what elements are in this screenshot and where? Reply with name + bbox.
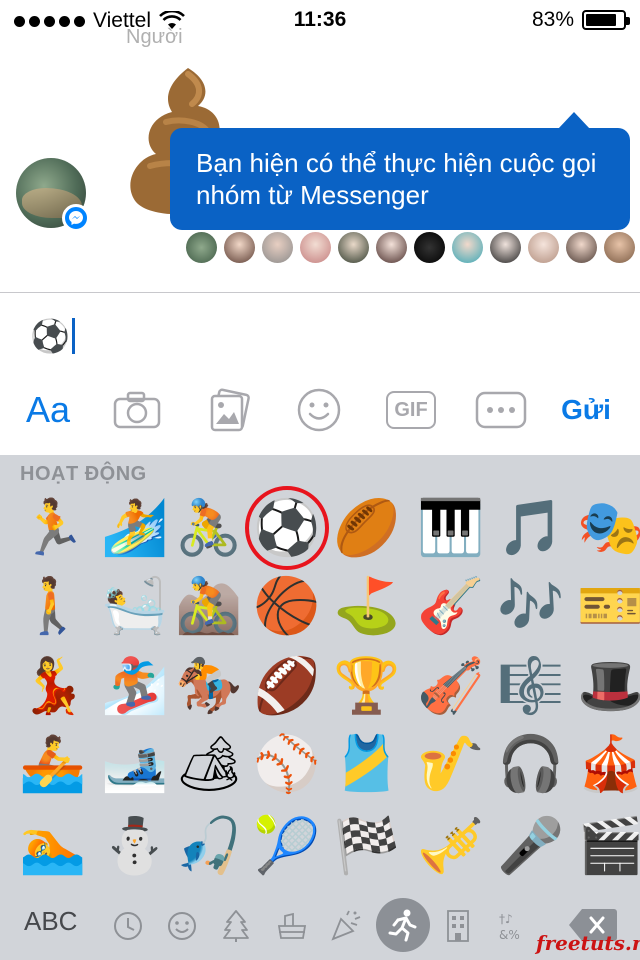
emoji-key[interactable]: ⛄ — [98, 809, 172, 883]
emoji-key[interactable]: 🎤 — [494, 809, 568, 883]
emoji-keyboard: HOẠT ĐỘNG 🏃 🏄 🚴 ⚽ 🏉 🎹 🎵 🎭 🚶 🛀 🚵 🏀 ⛳ 🎸 🎶 🎫 💃 🏂 🏇 🏈 🏆 🎻 🎼 🎩 🚣 🎿 🏕 ⚾ 🎽 🎷… — [0, 455, 640, 960]
emoji-key[interactable]: 🏇 — [172, 649, 246, 723]
send-button[interactable]: Gửi — [546, 380, 626, 440]
emoji-key[interactable]: 🏕 — [172, 727, 246, 801]
seen-avatar — [224, 232, 255, 263]
emoji-key[interactable]: 🏄 — [98, 491, 172, 565]
emoji-key[interactable]: 🏆 — [330, 649, 404, 723]
emoji-key[interactable]: 🎿 — [98, 727, 172, 801]
emoji-key[interactable]: 🎶 — [494, 569, 568, 643]
emoji-key[interactable]: 🎺 — [414, 809, 488, 883]
emoji-key[interactable]: 🏁 — [330, 809, 404, 883]
seen-avatar — [566, 232, 597, 263]
smiley-icon[interactable] — [164, 908, 200, 944]
emoji-key[interactable]: 💃 — [16, 649, 90, 723]
emoji-section-title: HOẠT ĐỘNG — [20, 463, 147, 485]
svg-text:†♪: †♪ — [499, 912, 513, 926]
emoji-key[interactable]: 🏂 — [98, 649, 172, 723]
status-right: 83% — [531, 8, 630, 32]
emoji-key[interactable]: 🎩 — [574, 649, 640, 723]
svg-text:&%: &% — [499, 928, 520, 942]
message-input-value: ⚽ — [30, 317, 70, 355]
more-icon[interactable] — [474, 380, 528, 440]
emoji-key[interactable]: 🎼 — [494, 649, 568, 723]
camera-icon[interactable] — [112, 380, 162, 440]
emoji-key[interactable]: 🎧 — [494, 727, 568, 801]
tooltip-text: Bạn hiện có thể thực hiện cuộc gọi nhóm … — [196, 148, 597, 210]
emoji-icon[interactable] — [294, 380, 344, 440]
seen-avatar — [604, 232, 635, 263]
emoji-key[interactable]: 🚵 — [172, 569, 246, 643]
conversation-header-name: Người — [126, 26, 183, 48]
abc-key[interactable]: ABC — [24, 906, 77, 937]
nature-icon[interactable] — [218, 908, 254, 944]
seen-avatar — [490, 232, 521, 263]
emoji-grid: 🏃 🏄 🚴 ⚽ 🏉 🎹 🎵 🎭 🚶 🛀 🚵 🏀 ⛳ 🎸 🎶 🎫 💃 🏂 🏇 🏈 🏆 🎻 🎼 🎩 🚣 🎿 🏕 ⚾ 🎽 🎷 🎧 🎪 🏊 ⛄ 🎣 🎾 🏁 🎺 🎤 🎬 — [0, 486, 640, 891]
emoji-key[interactable]: 🎵 — [494, 491, 568, 565]
seen-avatar — [186, 232, 217, 263]
emoji-key[interactable]: 🎭 — [574, 491, 640, 565]
emoji-key[interactable]: 🎸 — [414, 569, 488, 643]
message-input[interactable]: ⚽ — [30, 317, 75, 355]
emoji-key[interactable]: 🏉 — [330, 491, 404, 565]
battery-icon — [582, 10, 630, 30]
gif-button[interactable]: GIF — [384, 380, 438, 440]
seen-avatar — [528, 232, 559, 263]
emoji-key[interactable]: 🎷 — [414, 727, 488, 801]
emoji-key[interactable]: 🎣 — [172, 809, 246, 883]
emoji-key[interactable]: ⛳ — [330, 569, 404, 643]
activity-icon[interactable] — [376, 898, 430, 952]
gallery-icon[interactable] — [204, 380, 254, 440]
seen-avatar — [376, 232, 407, 263]
seen-avatar — [452, 232, 483, 263]
emoji-key[interactable]: 🚶 — [16, 569, 90, 643]
travel-icon[interactable] — [440, 908, 476, 944]
gif-label: GIF — [386, 391, 436, 429]
emoji-key[interactable]: 🏃 — [16, 491, 90, 565]
text-caret — [71, 318, 75, 354]
emoji-key[interactable]: ⚽ — [250, 491, 324, 565]
emoji-key[interactable]: 🎫 — [574, 569, 640, 643]
seen-by-avatars — [186, 232, 635, 263]
seen-avatar — [262, 232, 293, 263]
emoji-key[interactable]: 🎽 — [330, 727, 404, 801]
emoji-key[interactable]: 🚣 — [16, 727, 90, 801]
food-icon[interactable] — [274, 908, 310, 944]
composer-divider — [0, 292, 640, 293]
watermark: freetuts.net — [536, 931, 640, 955]
status-bar: Viettel 11:36 83% — [0, 0, 640, 40]
messenger-screen: Viettel 11:36 83% Người Bạn hiện có thể … — [0, 0, 640, 960]
composer-toolbar: Aa GIF Gửi — [0, 380, 640, 440]
emoji-key[interactable]: 🚴 — [172, 491, 246, 565]
emoji-key[interactable]: 🎹 — [414, 491, 488, 565]
text-button[interactable]: Aa — [20, 380, 76, 440]
battery-percent: 83% — [531, 8, 574, 31]
celebration-icon[interactable] — [328, 908, 364, 944]
emoji-key[interactable]: ⚾ — [250, 727, 324, 801]
emoji-key[interactable]: 🛀 — [98, 569, 172, 643]
emoji-key[interactable]: 🏈 — [250, 649, 324, 723]
emoji-key[interactable]: 🎪 — [574, 727, 640, 801]
seen-avatar — [338, 232, 369, 263]
emoji-key[interactable]: 🎾 — [250, 809, 324, 883]
seen-avatar — [414, 232, 445, 263]
messenger-badge-icon — [62, 204, 90, 232]
symbols-icon[interactable]: †♪ &% — [496, 908, 532, 944]
seen-avatar — [300, 232, 331, 263]
emoji-key[interactable]: 🏀 — [250, 569, 324, 643]
recent-icon[interactable] — [110, 908, 146, 944]
group-call-tooltip[interactable]: Bạn hiện có thể thực hiện cuộc gọi nhóm … — [170, 112, 630, 230]
emoji-key[interactable]: 🎬 — [574, 809, 640, 883]
emoji-key[interactable]: 🎻 — [414, 649, 488, 723]
emoji-key[interactable]: 🏊 — [16, 809, 90, 883]
